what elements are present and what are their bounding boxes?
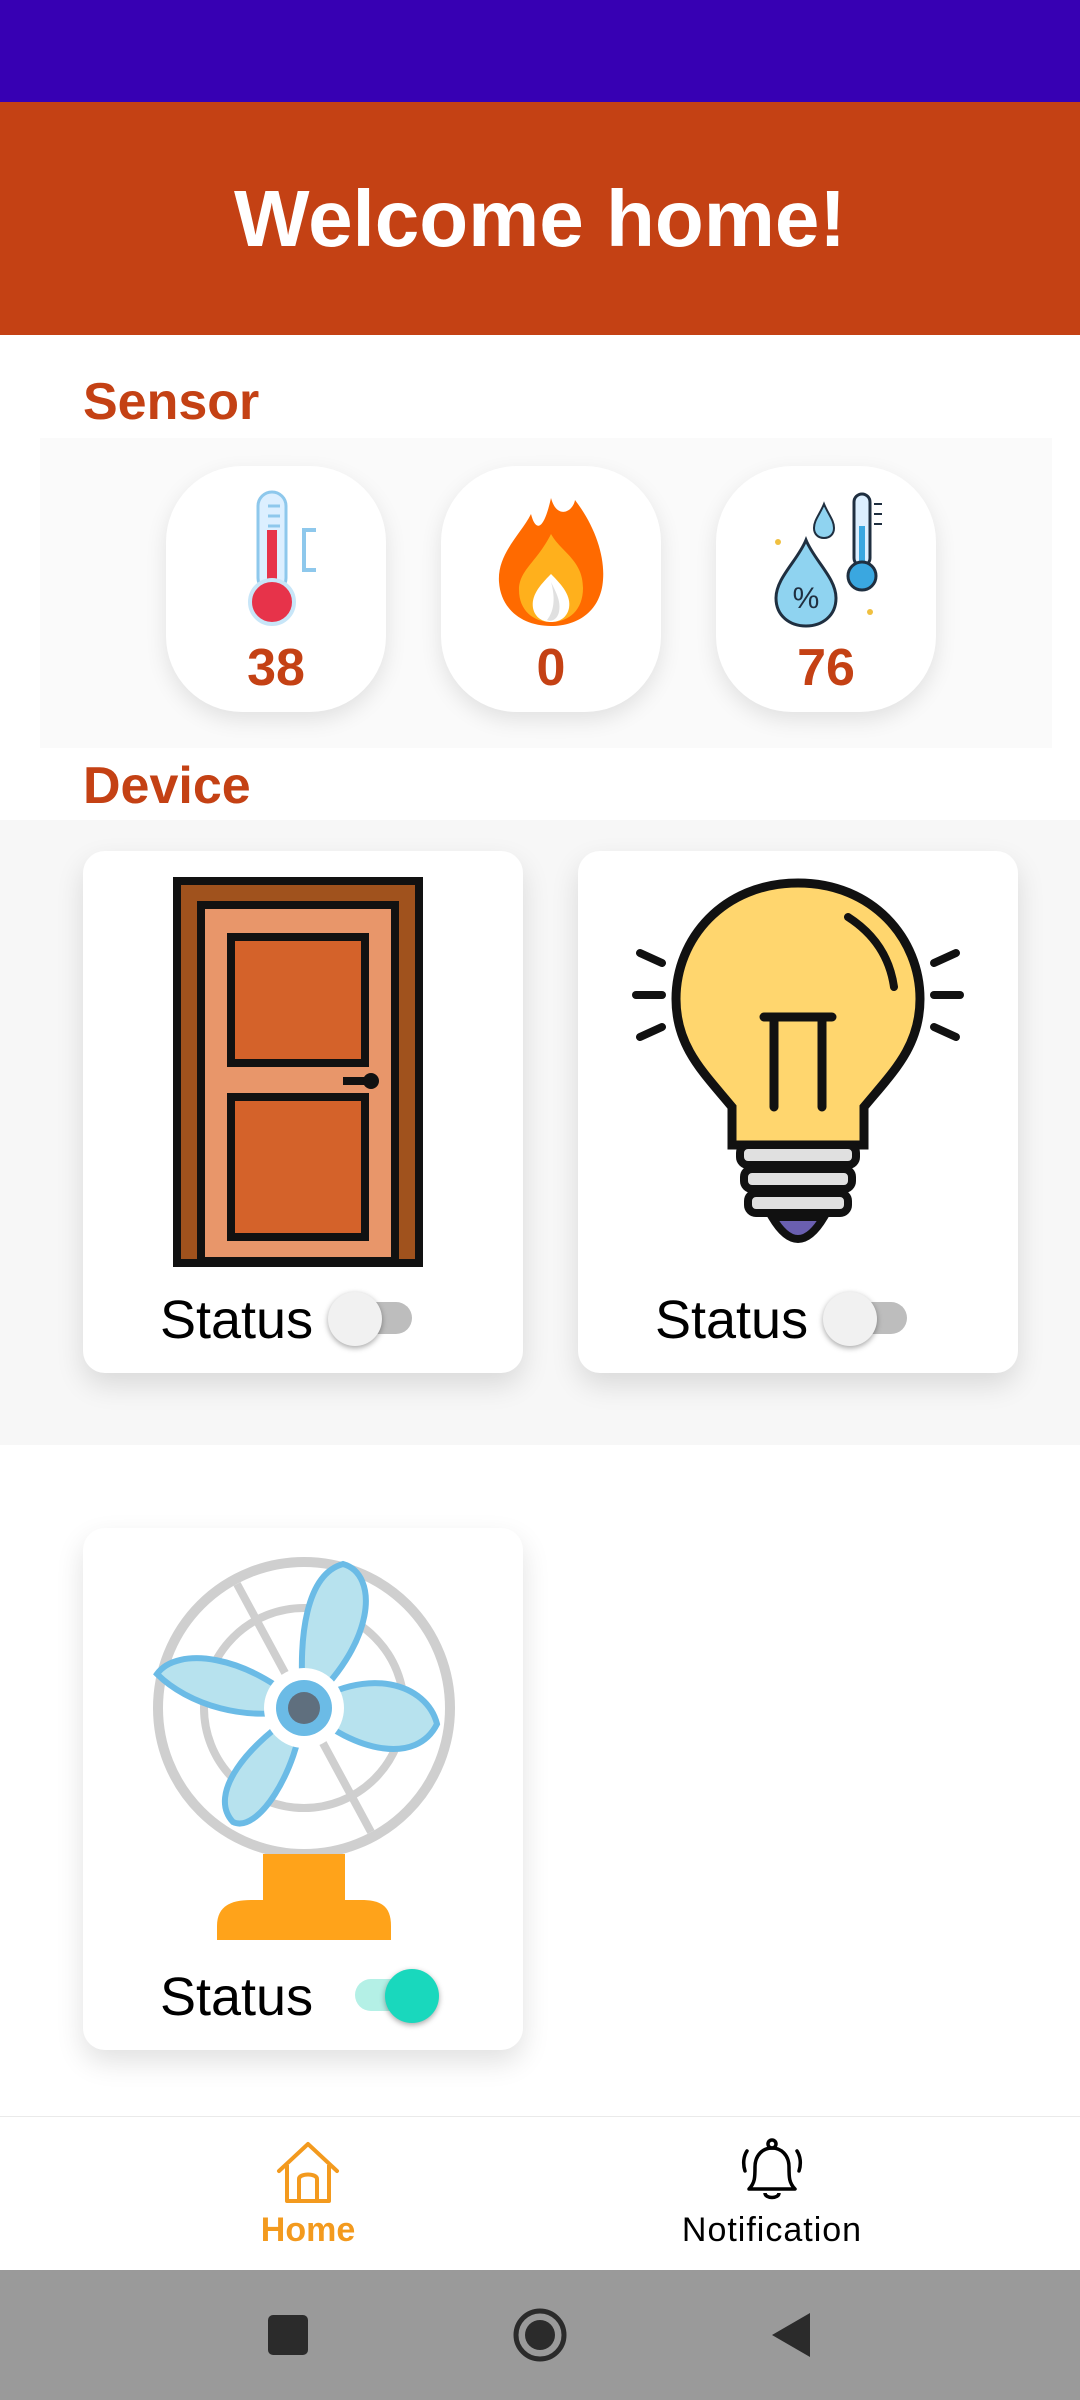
device-card-fan[interactable]: Status bbox=[83, 1528, 523, 2050]
status-bar bbox=[0, 0, 1080, 102]
door-status-toggle[interactable] bbox=[328, 1292, 418, 1346]
humidity-icon: % bbox=[774, 492, 882, 628]
svg-text:%: % bbox=[793, 582, 820, 615]
nav-home-label: Home bbox=[260, 2211, 356, 2249]
light-bulb-icon bbox=[632, 878, 964, 1243]
light-status-toggle[interactable] bbox=[823, 1292, 913, 1346]
sensor-section-title: Sensor bbox=[83, 373, 260, 431]
bell-icon bbox=[741, 2138, 803, 2200]
thermometer-icon bbox=[248, 490, 316, 626]
sensor-card-temperature: 38 bbox=[166, 466, 386, 712]
sensor-card-humidity: % 76 bbox=[716, 466, 936, 712]
device-card-light[interactable]: Status bbox=[578, 851, 1018, 1373]
temperature-value: 38 bbox=[247, 639, 305, 697]
fan-icon bbox=[153, 1557, 455, 1940]
fire-value: 0 bbox=[536, 639, 566, 697]
humidity-value: 76 bbox=[797, 639, 855, 697]
sensor-card-fire: 0 bbox=[441, 466, 661, 712]
toggle-thumb bbox=[823, 1292, 877, 1346]
toggle-thumb bbox=[328, 1292, 382, 1346]
bottom-navigation: Home Notification bbox=[0, 2116, 1080, 2271]
nav-notification[interactable]: Notification bbox=[502, 2117, 1042, 2271]
door-status-label: Status bbox=[160, 1290, 314, 1350]
circle-home-icon[interactable] bbox=[510, 2305, 570, 2365]
door-icon bbox=[173, 877, 423, 1267]
device-section-title: Device bbox=[83, 757, 251, 815]
fan-status-label: Status bbox=[160, 1967, 314, 2027]
toggle-thumb bbox=[385, 1969, 439, 2023]
system-navigation-bar bbox=[0, 2270, 1080, 2400]
home-icon bbox=[277, 2142, 339, 2203]
light-status-label: Status bbox=[655, 1290, 809, 1350]
nav-home[interactable]: Home bbox=[38, 2117, 578, 2271]
header-bar: Welcome home! bbox=[0, 102, 1080, 335]
page-title: Welcome home! bbox=[234, 173, 846, 263]
fan-status-toggle[interactable] bbox=[345, 1969, 439, 2023]
device-card-door[interactable]: Status bbox=[83, 851, 523, 1373]
square-recents-icon[interactable] bbox=[258, 2305, 318, 2365]
nav-notification-label: Notification bbox=[681, 2211, 863, 2249]
flame-icon bbox=[498, 498, 604, 626]
triangle-back-icon[interactable] bbox=[762, 2305, 822, 2365]
